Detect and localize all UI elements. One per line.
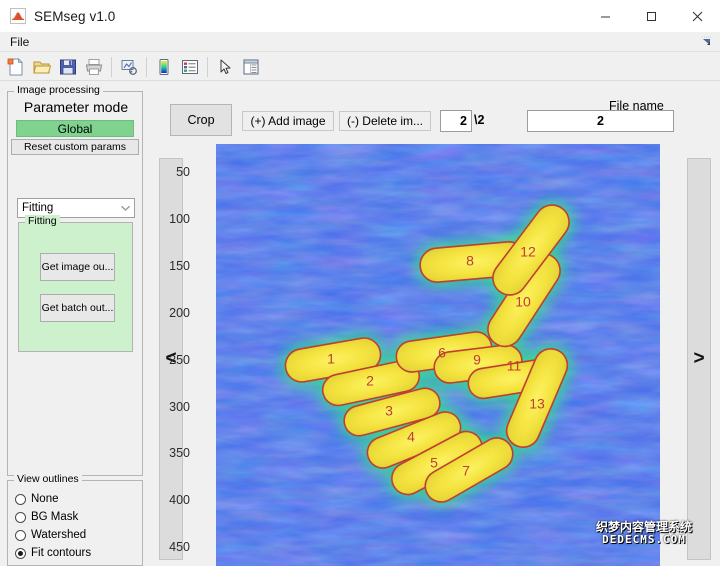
menu-expander-icon[interactable] xyxy=(700,35,714,49)
next-image-button[interactable]: > xyxy=(687,158,711,560)
y-axis-tick-label: 150 xyxy=(156,259,190,273)
sem-image-plot[interactable]: 12345678910111213 xyxy=(216,144,660,566)
colormap-icon[interactable] xyxy=(152,55,176,79)
y-axis-tick-label: 250 xyxy=(156,353,190,367)
toolbar-separator xyxy=(111,57,112,77)
y-axis-tick-label: 50 xyxy=(156,165,190,179)
print-icon[interactable] xyxy=(82,55,106,79)
maximize-button[interactable] xyxy=(628,0,674,32)
property-inspector-icon[interactable] xyxy=(239,55,263,79)
window-title: SEMseg v1.0 xyxy=(34,9,115,24)
y-axis-tick-label: 200 xyxy=(156,306,190,320)
toolbar-separator xyxy=(207,57,208,77)
minimize-icon xyxy=(600,11,611,22)
radio-label: Fit contours xyxy=(31,547,91,559)
window-controls xyxy=(582,0,720,32)
y-axis-tick-label: 100 xyxy=(156,212,190,226)
image-index-input[interactable]: 2 xyxy=(440,110,472,132)
fitting-group: Fitting Get image ou... Get batch out... xyxy=(18,222,133,352)
radio-label: None xyxy=(31,493,59,505)
open-folder-icon[interactable] xyxy=(30,55,54,79)
image-processing-group: Image processing Parameter mode Global R… xyxy=(7,91,143,476)
pointer-arrow-icon[interactable] xyxy=(213,55,237,79)
parameter-mode-global-button[interactable]: Global xyxy=(16,120,134,137)
y-axis-tick-label: 300 xyxy=(156,400,190,414)
menu-bar: File xyxy=(0,32,720,52)
radio-label: BG Mask xyxy=(31,511,78,523)
left-panel: Image processing Parameter mode Global R… xyxy=(0,82,150,566)
file-name-input[interactable]: 2 xyxy=(527,110,674,132)
semseg-application-window: SEMseg v1.0 File xyxy=(0,0,720,566)
image-axes: 50100150200250300350400450 xyxy=(186,144,660,566)
legend-icon[interactable] xyxy=(178,55,202,79)
crop-button[interactable]: Crop xyxy=(170,104,232,136)
close-button[interactable] xyxy=(674,0,720,32)
view-outlines-group: View outlines None BG Mask Watershed Fit… xyxy=(7,480,143,566)
y-axis-tick-label: 350 xyxy=(156,446,190,460)
close-icon xyxy=(692,11,703,22)
segmented-cells-overlay[interactable]: 12345678910111213 xyxy=(216,144,660,566)
menu-item-file[interactable]: File xyxy=(3,33,36,51)
toolbar xyxy=(0,53,720,81)
radio-dot-icon xyxy=(15,530,26,541)
chevron-down-icon xyxy=(116,199,134,217)
new-file-icon[interactable] xyxy=(4,55,28,79)
radio-dot-icon xyxy=(15,494,26,505)
get-batch-output-button[interactable]: Get batch out... xyxy=(40,294,115,322)
fitting-group-title: Fitting xyxy=(25,215,60,227)
image-processing-group-title: Image processing xyxy=(14,84,103,96)
matlab-app-icon xyxy=(10,8,26,24)
add-image-button[interactable]: (+) Add image xyxy=(242,111,334,131)
y-axis-tick-label: 400 xyxy=(156,493,190,507)
radio-view-outlines-watershed[interactable]: Watershed xyxy=(15,529,86,541)
title-bar: SEMseg v1.0 xyxy=(0,0,720,32)
radio-view-outlines-fit-contours[interactable]: Fit contours xyxy=(15,547,91,559)
view-outlines-group-title: View outlines xyxy=(14,473,82,485)
radio-dot-icon xyxy=(15,512,26,523)
radio-view-outlines-bg-mask[interactable]: BG Mask xyxy=(15,511,78,523)
processing-step-dropdown-value: Fitting xyxy=(18,202,116,214)
y-axis-tick-label: 450 xyxy=(156,540,190,554)
radio-dot-icon xyxy=(15,548,26,559)
radio-label: Watershed xyxy=(31,529,86,541)
toolbar-separator xyxy=(146,57,147,77)
maximize-icon xyxy=(646,11,657,22)
image-index-total: \2 xyxy=(474,113,484,127)
parameter-mode-label: Parameter mode xyxy=(12,99,140,115)
save-disk-icon[interactable] xyxy=(56,55,80,79)
radio-view-outlines-none[interactable]: None xyxy=(15,493,59,505)
reset-custom-params-button[interactable]: Reset custom params xyxy=(11,139,139,155)
minimize-button[interactable] xyxy=(582,0,628,32)
get-image-output-button[interactable]: Get image ou... xyxy=(40,253,115,281)
link-plots-icon[interactable] xyxy=(117,55,141,79)
delete-image-button[interactable]: (-) Delete im... xyxy=(339,111,431,131)
